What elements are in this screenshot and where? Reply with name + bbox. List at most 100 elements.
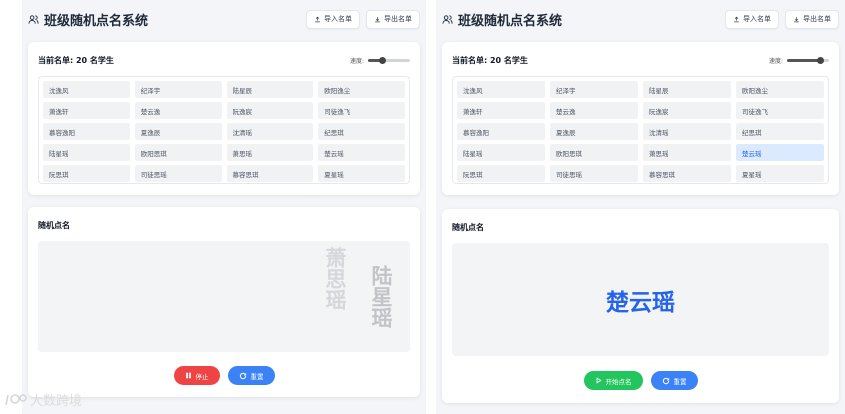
import-button[interactable]: 导入名单	[725, 9, 779, 29]
student-cell: 萧思瑶	[226, 144, 314, 161]
pause-icon	[185, 372, 191, 379]
rolling-name-1: 萧思瑶	[323, 247, 347, 310]
speed-slider-knob[interactable]	[379, 57, 387, 64]
student-cell: 欧阳思琪	[134, 144, 222, 161]
speed-slider[interactable]	[787, 57, 829, 64]
result-stage: 楚云瑶	[452, 243, 829, 356]
student-cell: 阮思琪	[457, 165, 545, 182]
student-cell: 夏星瑶	[318, 165, 405, 182]
student-cell: 沈清瑶	[226, 123, 314, 140]
export-button[interactable]: 导出名单	[785, 9, 839, 29]
play-icon	[596, 377, 602, 384]
student-cell: 楚云逸	[550, 102, 638, 119]
selected-name: 楚云瑶	[606, 289, 675, 316]
upload-icon	[734, 16, 739, 22]
student-cell: 欧阳逸尘	[318, 81, 405, 98]
watermark-text: 大数跨境	[30, 394, 83, 409]
download-icon	[794, 16, 799, 22]
brand-logo-icon	[5, 393, 27, 405]
student-cell: 慕容思琪	[226, 165, 314, 182]
student-cell: 陆星辰	[643, 81, 731, 98]
student-cell: 司徒思瑶	[134, 165, 222, 182]
export-label: 导出名单	[803, 15, 831, 23]
student-cell: 陆星瑶	[43, 144, 130, 161]
student-cell: 阮逸宸	[643, 102, 731, 119]
student-cell: 沈逸风	[457, 81, 545, 98]
student-cell: 楚云瑶	[318, 144, 405, 161]
page-title-text: 班级随机点名系统	[458, 13, 563, 29]
users-icon	[28, 14, 39, 24]
student-cell: 慕容逸阳	[43, 123, 130, 140]
users-icon	[442, 14, 453, 24]
page-title: 班级随机点名系统	[442, 10, 562, 29]
student-cell: 司徒逸飞	[736, 102, 824, 119]
speed-control: 速度:	[350, 56, 410, 65]
refresh-icon	[239, 372, 246, 379]
reset-label: 重置	[250, 372, 264, 381]
student-cell: 纪思琪	[736, 123, 824, 140]
student-cell: 萧思瑶	[643, 144, 731, 161]
student-cell: 欧阳逸尘	[736, 81, 824, 98]
start-button[interactable]: 开始点名	[583, 371, 643, 390]
student-cell: 夏逸辰	[550, 123, 638, 140]
student-cell: 慕容思琪	[643, 165, 731, 182]
header: 班级随机点名系统 导入名单 导出名单	[442, 8, 839, 30]
roster-title: 当前名单: 20 名学生	[452, 56, 528, 65]
student-grid: 沈逸风 纪泽宇 陆星辰 欧阳逸尘萧逸轩 楚云逸 阮逸宸 司徒逸飞慕容逸阳 夏逸辰 沈清瑶 纪思琪陆…	[452, 76, 829, 184]
upload-icon	[315, 16, 320, 22]
student-cell: 纪泽宇	[134, 81, 222, 98]
app-root: 班级随机点名系统 导入名单 导出名单 当前名单: 20 名学生 速度: 沈逸风 …	[0, 0, 845, 414]
rolling-name-2: 陆星瑶	[369, 265, 393, 328]
student-cell: 夏星瑶	[736, 165, 824, 182]
import-label: 导入名单	[324, 15, 352, 23]
student-cell: 陆星瑶	[457, 144, 545, 161]
student-cell: 楚云逸	[134, 102, 222, 119]
roster-card: 当前名单: 20 名学生 速度: 沈逸风 纪泽宇 陆星辰 欧阳逸尘 萧逸轩 楚云逸 阮逸宸司…	[442, 42, 839, 195]
start-label: 开始点名	[605, 377, 632, 386]
student-cell: 沈清瑶	[643, 123, 731, 140]
roster-title: 当前名单: 20 名学生	[38, 56, 114, 65]
student-grid: 沈逸风 纪泽宇 陆星辰 欧阳逸尘萧逸轩 楚云逸 阮逸宸 司徒逸飞慕容逸阳 夏逸辰 沈清瑶 纪思琪陆…	[38, 76, 410, 184]
download-icon	[375, 16, 380, 22]
student-cell: 陆星辰	[226, 81, 314, 98]
call-card: 随机点名 楚云瑶 开始点名 重置	[442, 209, 839, 403]
student-cell: 纪思琪	[318, 123, 405, 140]
speed-slider[interactable]	[368, 57, 410, 64]
student-cell: 慕容逸阳	[457, 123, 545, 140]
stop-label: 停止	[195, 372, 209, 381]
stop-button[interactable]: 停止	[173, 366, 220, 385]
reset-label: 重置	[673, 377, 687, 386]
right-pane: 班级随机点名系统 导入名单 导出名单 当前名单: 20 名学生 速度: 沈逸风 …	[436, 0, 845, 414]
student-cell: 欧阳思琪	[550, 144, 638, 161]
student-cell: 阮逸宸	[226, 102, 314, 119]
page-title: 班级随机点名系统	[28, 10, 148, 29]
student-cell: 纪泽宇	[550, 81, 638, 98]
left-pane: 班级随机点名系统 导入名单 导出名单 当前名单: 20 名学生 速度: 沈逸风 …	[22, 0, 426, 414]
student-cell: 楚云瑶	[736, 144, 824, 161]
speed-slider-knob[interactable]	[817, 57, 825, 64]
call-card: 随机点名 萧思瑶 陆星瑶 停止 重置	[28, 207, 420, 397]
speed-label: 速度:	[349, 58, 364, 65]
page-title-text: 班级随机点名系统	[44, 13, 149, 29]
reset-button[interactable]: 重置	[227, 366, 275, 385]
student-cell: 阮思琪	[43, 165, 130, 182]
header: 班级随机点名系统 导入名单 导出名单	[28, 8, 420, 30]
refresh-icon	[662, 377, 669, 384]
import-label: 导入名单	[743, 15, 771, 23]
speed-control: 速度:	[769, 56, 829, 65]
student-cell: 司徒逸飞	[318, 102, 405, 119]
export-button[interactable]: 导出名单	[366, 9, 420, 29]
student-cell: 司徒思瑶	[550, 165, 638, 182]
speed-label: 速度:	[768, 58, 783, 65]
reset-button[interactable]: 重置	[650, 371, 698, 390]
watermark: 大数跨境	[4, 390, 82, 409]
student-cell: 夏逸辰	[134, 123, 222, 140]
call-title: 随机点名	[38, 221, 70, 230]
roster-card: 当前名单: 20 名学生 速度: 沈逸风 纪泽宇 陆星辰 欧阳逸尘 萧逸轩 楚云逸 阮逸宸司…	[28, 42, 420, 195]
student-cell: 萧逸轩	[457, 102, 545, 119]
import-button[interactable]: 导入名单	[306, 9, 360, 29]
rolling-stage: 萧思瑶 陆星瑶	[38, 241, 410, 352]
student-cell: 萧逸轩	[43, 102, 130, 119]
call-title: 随机点名	[452, 223, 484, 232]
student-cell: 沈逸风	[43, 81, 130, 98]
